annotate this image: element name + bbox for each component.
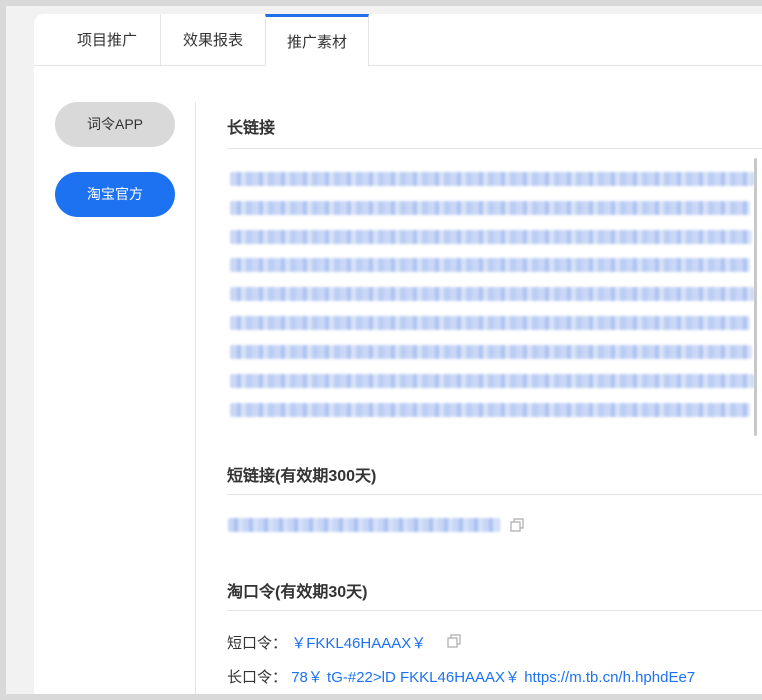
- divider: [227, 494, 762, 495]
- tab-project-promotion[interactable]: 项目推广: [54, 14, 160, 65]
- short-code-row: 短口令： ￥FKKL46HAAAX￥: [227, 632, 426, 653]
- main-card: 项目推广 效果报表 推广素材 词令APP 淘宝官方 长链接 短链接(有效期300…: [34, 14, 762, 694]
- tab-bar: 项目推广 效果报表 推广素材: [34, 14, 762, 66]
- blurred-text-line: [230, 172, 754, 186]
- long-code-label: 长口令：: [227, 669, 288, 686]
- window-frame: 项目推广 效果报表 推广素材 词令APP 淘宝官方 长链接 短链接(有效期300…: [6, 6, 762, 694]
- blurred-text-line: [230, 287, 754, 301]
- blurred-text-line: [230, 316, 750, 330]
- tab-performance-report[interactable]: 效果报表: [160, 14, 265, 65]
- short-code-label: 短口令：: [227, 635, 288, 652]
- copy-icon[interactable]: [510, 518, 524, 532]
- copy-icon[interactable]: [447, 634, 461, 648]
- sidebar-item-ciling-app[interactable]: 词令APP: [55, 102, 175, 147]
- short-link-value: [228, 518, 500, 532]
- scrollbar[interactable]: [754, 158, 757, 436]
- blurred-text-line: [230, 403, 750, 417]
- long-code-row: 长口令： 78￥ tG-#22>lD FKKL46HAAAX￥ https://…: [227, 666, 695, 687]
- blurred-text-line: [230, 230, 752, 244]
- blurred-text-line: [230, 374, 754, 388]
- short-code-value[interactable]: ￥FKKL46HAAAX￥: [291, 635, 426, 652]
- tab-promotion-materials[interactable]: 推广素材: [265, 14, 369, 66]
- divider: [227, 610, 762, 611]
- vertical-divider: [195, 102, 196, 694]
- long-link-title: 长链接: [227, 120, 276, 137]
- divider: [227, 148, 762, 149]
- tao-code-title: 淘口令(有效期30天): [227, 584, 368, 601]
- blurred-text-line: [230, 201, 750, 215]
- long-code-value[interactable]: 78￥ tG-#22>lD FKKL46HAAAX￥ https://m.tb.…: [291, 669, 695, 686]
- sidebar-item-taobao-official[interactable]: 淘宝官方: [55, 172, 175, 217]
- blurred-text-line: [230, 258, 750, 272]
- short-link-title: 短链接(有效期300天): [227, 468, 377, 485]
- blurred-text-line: [230, 345, 752, 359]
